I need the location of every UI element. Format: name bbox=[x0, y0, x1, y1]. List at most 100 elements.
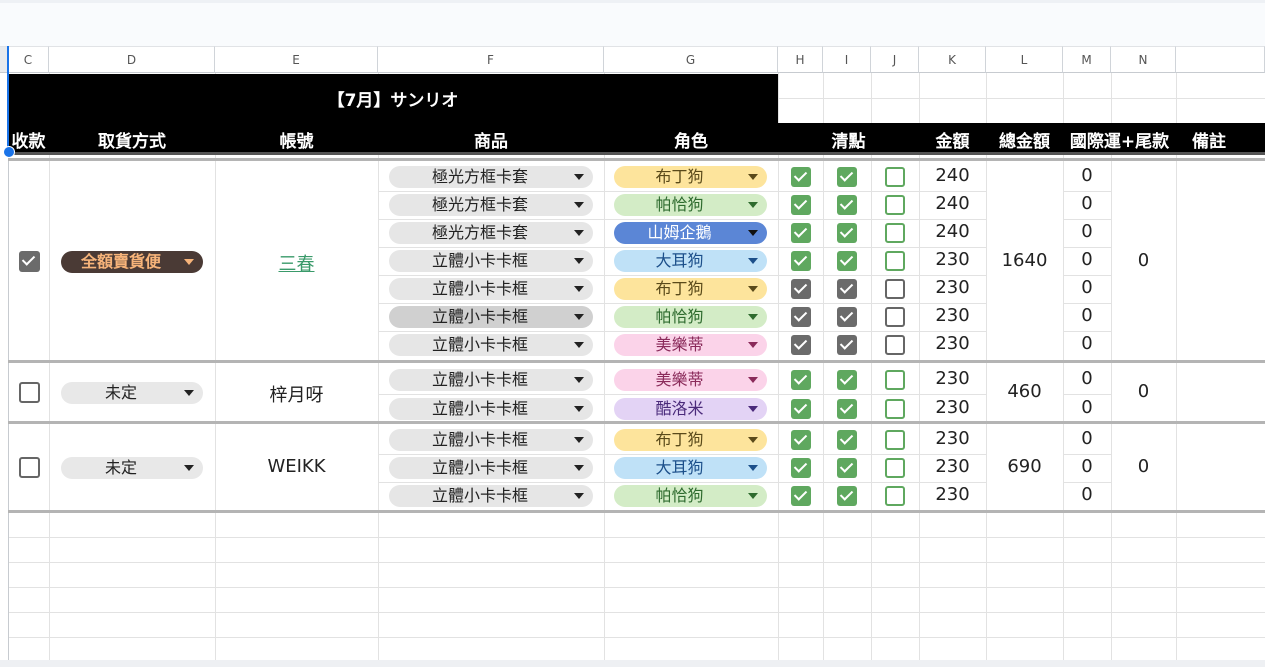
selection-handle[interactable] bbox=[3, 146, 15, 158]
check-j-checkbox[interactable] bbox=[885, 195, 905, 215]
product-dropdown[interactable]: 立體小卡卡框 bbox=[389, 334, 593, 356]
intl-row-value: 0 bbox=[1081, 277, 1093, 298]
check-h-checkbox[interactable] bbox=[791, 486, 811, 506]
check-i-checkbox[interactable] bbox=[837, 458, 857, 478]
check-j-checkbox[interactable] bbox=[885, 398, 905, 419]
check-j-checkbox[interactable] bbox=[885, 486, 905, 506]
column-header-e[interactable]: E bbox=[215, 46, 378, 73]
check-i-checkbox[interactable] bbox=[837, 369, 857, 390]
check-h-checkbox[interactable] bbox=[791, 458, 811, 478]
product-value: 立體小卡卡框 bbox=[431, 369, 528, 389]
column-header-n[interactable]: N bbox=[1111, 46, 1176, 73]
column-header-d[interactable]: D bbox=[49, 46, 215, 73]
check-h-checkbox[interactable] bbox=[791, 167, 811, 187]
check-h-checkbox[interactable] bbox=[791, 251, 811, 271]
row-line bbox=[1063, 191, 1111, 192]
role-dropdown[interactable]: 帕恰狗 bbox=[614, 194, 767, 216]
account-name[interactable]: 三春 bbox=[215, 250, 378, 276]
check-i-checkbox[interactable] bbox=[837, 398, 857, 419]
intl-row-value: 0 bbox=[1081, 193, 1093, 214]
bottom-scroll-area[interactable] bbox=[0, 660, 1265, 667]
check-i-checkbox[interactable] bbox=[837, 335, 857, 355]
column-header-c[interactable]: C bbox=[8, 46, 49, 73]
pickup-dropdown[interactable]: 全額賣貨便 bbox=[61, 250, 203, 273]
check-j-checkbox[interactable] bbox=[885, 279, 905, 299]
pickup-dropdown[interactable]: 未定 bbox=[61, 457, 203, 479]
product-dropdown[interactable]: 極光方框卡套 bbox=[389, 222, 593, 244]
check-i-checkbox[interactable] bbox=[837, 279, 857, 299]
check-j-checkbox[interactable] bbox=[885, 167, 905, 187]
collect-checkbox[interactable] bbox=[19, 382, 40, 403]
check-j-checkbox[interactable] bbox=[885, 369, 905, 390]
chevron-down-icon bbox=[574, 286, 584, 292]
intl-row-value: 0 bbox=[1081, 428, 1093, 449]
check-i-checkbox[interactable] bbox=[837, 251, 857, 271]
check-j-checkbox[interactable] bbox=[885, 307, 905, 327]
column-header-m[interactable]: M bbox=[1063, 46, 1111, 73]
row-line bbox=[1063, 454, 1111, 455]
chevron-down-icon bbox=[574, 342, 584, 348]
column-header-f[interactable]: F bbox=[378, 46, 604, 73]
column-header-h[interactable]: H bbox=[778, 46, 823, 73]
check-h-checkbox[interactable] bbox=[791, 307, 811, 327]
check-h-checkbox[interactable] bbox=[791, 369, 811, 390]
chevron-down-icon bbox=[748, 202, 758, 208]
role-dropdown[interactable]: 美樂蒂 bbox=[614, 368, 767, 391]
product-dropdown[interactable]: 極光方框卡套 bbox=[389, 166, 593, 188]
role-dropdown[interactable]: 布丁狗 bbox=[614, 166, 767, 188]
check-i-checkbox[interactable] bbox=[837, 167, 857, 187]
role-dropdown[interactable]: 布丁狗 bbox=[614, 278, 767, 300]
role-dropdown[interactable]: 布丁狗 bbox=[614, 429, 767, 451]
check-h-checkbox[interactable] bbox=[791, 279, 811, 299]
check-i-checkbox[interactable] bbox=[837, 223, 857, 243]
column-header-g[interactable]: G bbox=[604, 46, 778, 73]
collect-checkbox[interactable] bbox=[19, 457, 40, 478]
pickup-dropdown[interactable]: 未定 bbox=[61, 382, 203, 404]
check-j-checkbox[interactable] bbox=[885, 458, 905, 478]
role-dropdown[interactable]: 大耳狗 bbox=[614, 250, 767, 272]
check-h-checkbox[interactable] bbox=[791, 335, 811, 355]
product-dropdown[interactable]: 立體小卡卡框 bbox=[389, 306, 593, 328]
check-h-checkbox[interactable] bbox=[791, 195, 811, 215]
product-dropdown[interactable]: 立體小卡卡框 bbox=[389, 429, 593, 451]
product-dropdown[interactable]: 立體小卡卡框 bbox=[389, 278, 593, 300]
role-value: 美樂蒂 bbox=[655, 369, 704, 389]
check-j-checkbox[interactable] bbox=[885, 223, 905, 243]
check-i-checkbox[interactable] bbox=[837, 430, 857, 450]
column-header-l[interactable]: L bbox=[986, 46, 1063, 73]
product-dropdown[interactable]: 立體小卡卡框 bbox=[389, 250, 593, 272]
check-i-checkbox[interactable] bbox=[837, 307, 857, 327]
role-value: 大耳狗 bbox=[655, 251, 704, 270]
check-j-checkbox[interactable] bbox=[885, 335, 905, 355]
product-dropdown[interactable]: 極光方框卡套 bbox=[389, 194, 593, 216]
header-divider-2 bbox=[8, 158, 1265, 161]
role-dropdown[interactable]: 大耳狗 bbox=[614, 457, 767, 479]
column-header-k[interactable]: K bbox=[919, 46, 986, 73]
account-name: WEIKK bbox=[267, 456, 326, 477]
group-separator bbox=[8, 360, 1265, 363]
product-dropdown[interactable]: 立體小卡卡框 bbox=[389, 368, 593, 391]
product-dropdown[interactable]: 立體小卡卡框 bbox=[389, 485, 593, 507]
role-dropdown[interactable]: 山姆企鵝 bbox=[614, 222, 767, 244]
check-j-checkbox[interactable] bbox=[885, 251, 905, 271]
check-i-checkbox[interactable] bbox=[837, 195, 857, 215]
check-i-checkbox[interactable] bbox=[837, 486, 857, 506]
role-value: 帕恰狗 bbox=[655, 307, 704, 326]
chevron-down-icon bbox=[748, 286, 758, 292]
check-j-checkbox[interactable] bbox=[885, 430, 905, 450]
role-dropdown[interactable]: 美樂蒂 bbox=[614, 334, 767, 356]
role-dropdown[interactable]: 帕恰狗 bbox=[614, 485, 767, 507]
column-header-i[interactable]: I bbox=[823, 46, 871, 73]
chevron-down-icon bbox=[574, 230, 584, 236]
check-h-checkbox[interactable] bbox=[791, 223, 811, 243]
role-dropdown[interactable]: 酷洛米 bbox=[614, 397, 767, 420]
product-dropdown[interactable]: 立體小卡卡框 bbox=[389, 457, 593, 479]
collect-checkbox[interactable] bbox=[19, 250, 40, 272]
check-h-checkbox[interactable] bbox=[791, 430, 811, 450]
check-h-checkbox[interactable] bbox=[791, 398, 811, 419]
product-dropdown[interactable]: 立體小卡卡框 bbox=[389, 397, 593, 420]
header-total: 總金額 bbox=[999, 132, 1050, 152]
product-value: 立體小卡卡框 bbox=[431, 307, 528, 326]
column-header-j[interactable]: J bbox=[871, 46, 919, 73]
role-dropdown[interactable]: 帕恰狗 bbox=[614, 306, 767, 328]
